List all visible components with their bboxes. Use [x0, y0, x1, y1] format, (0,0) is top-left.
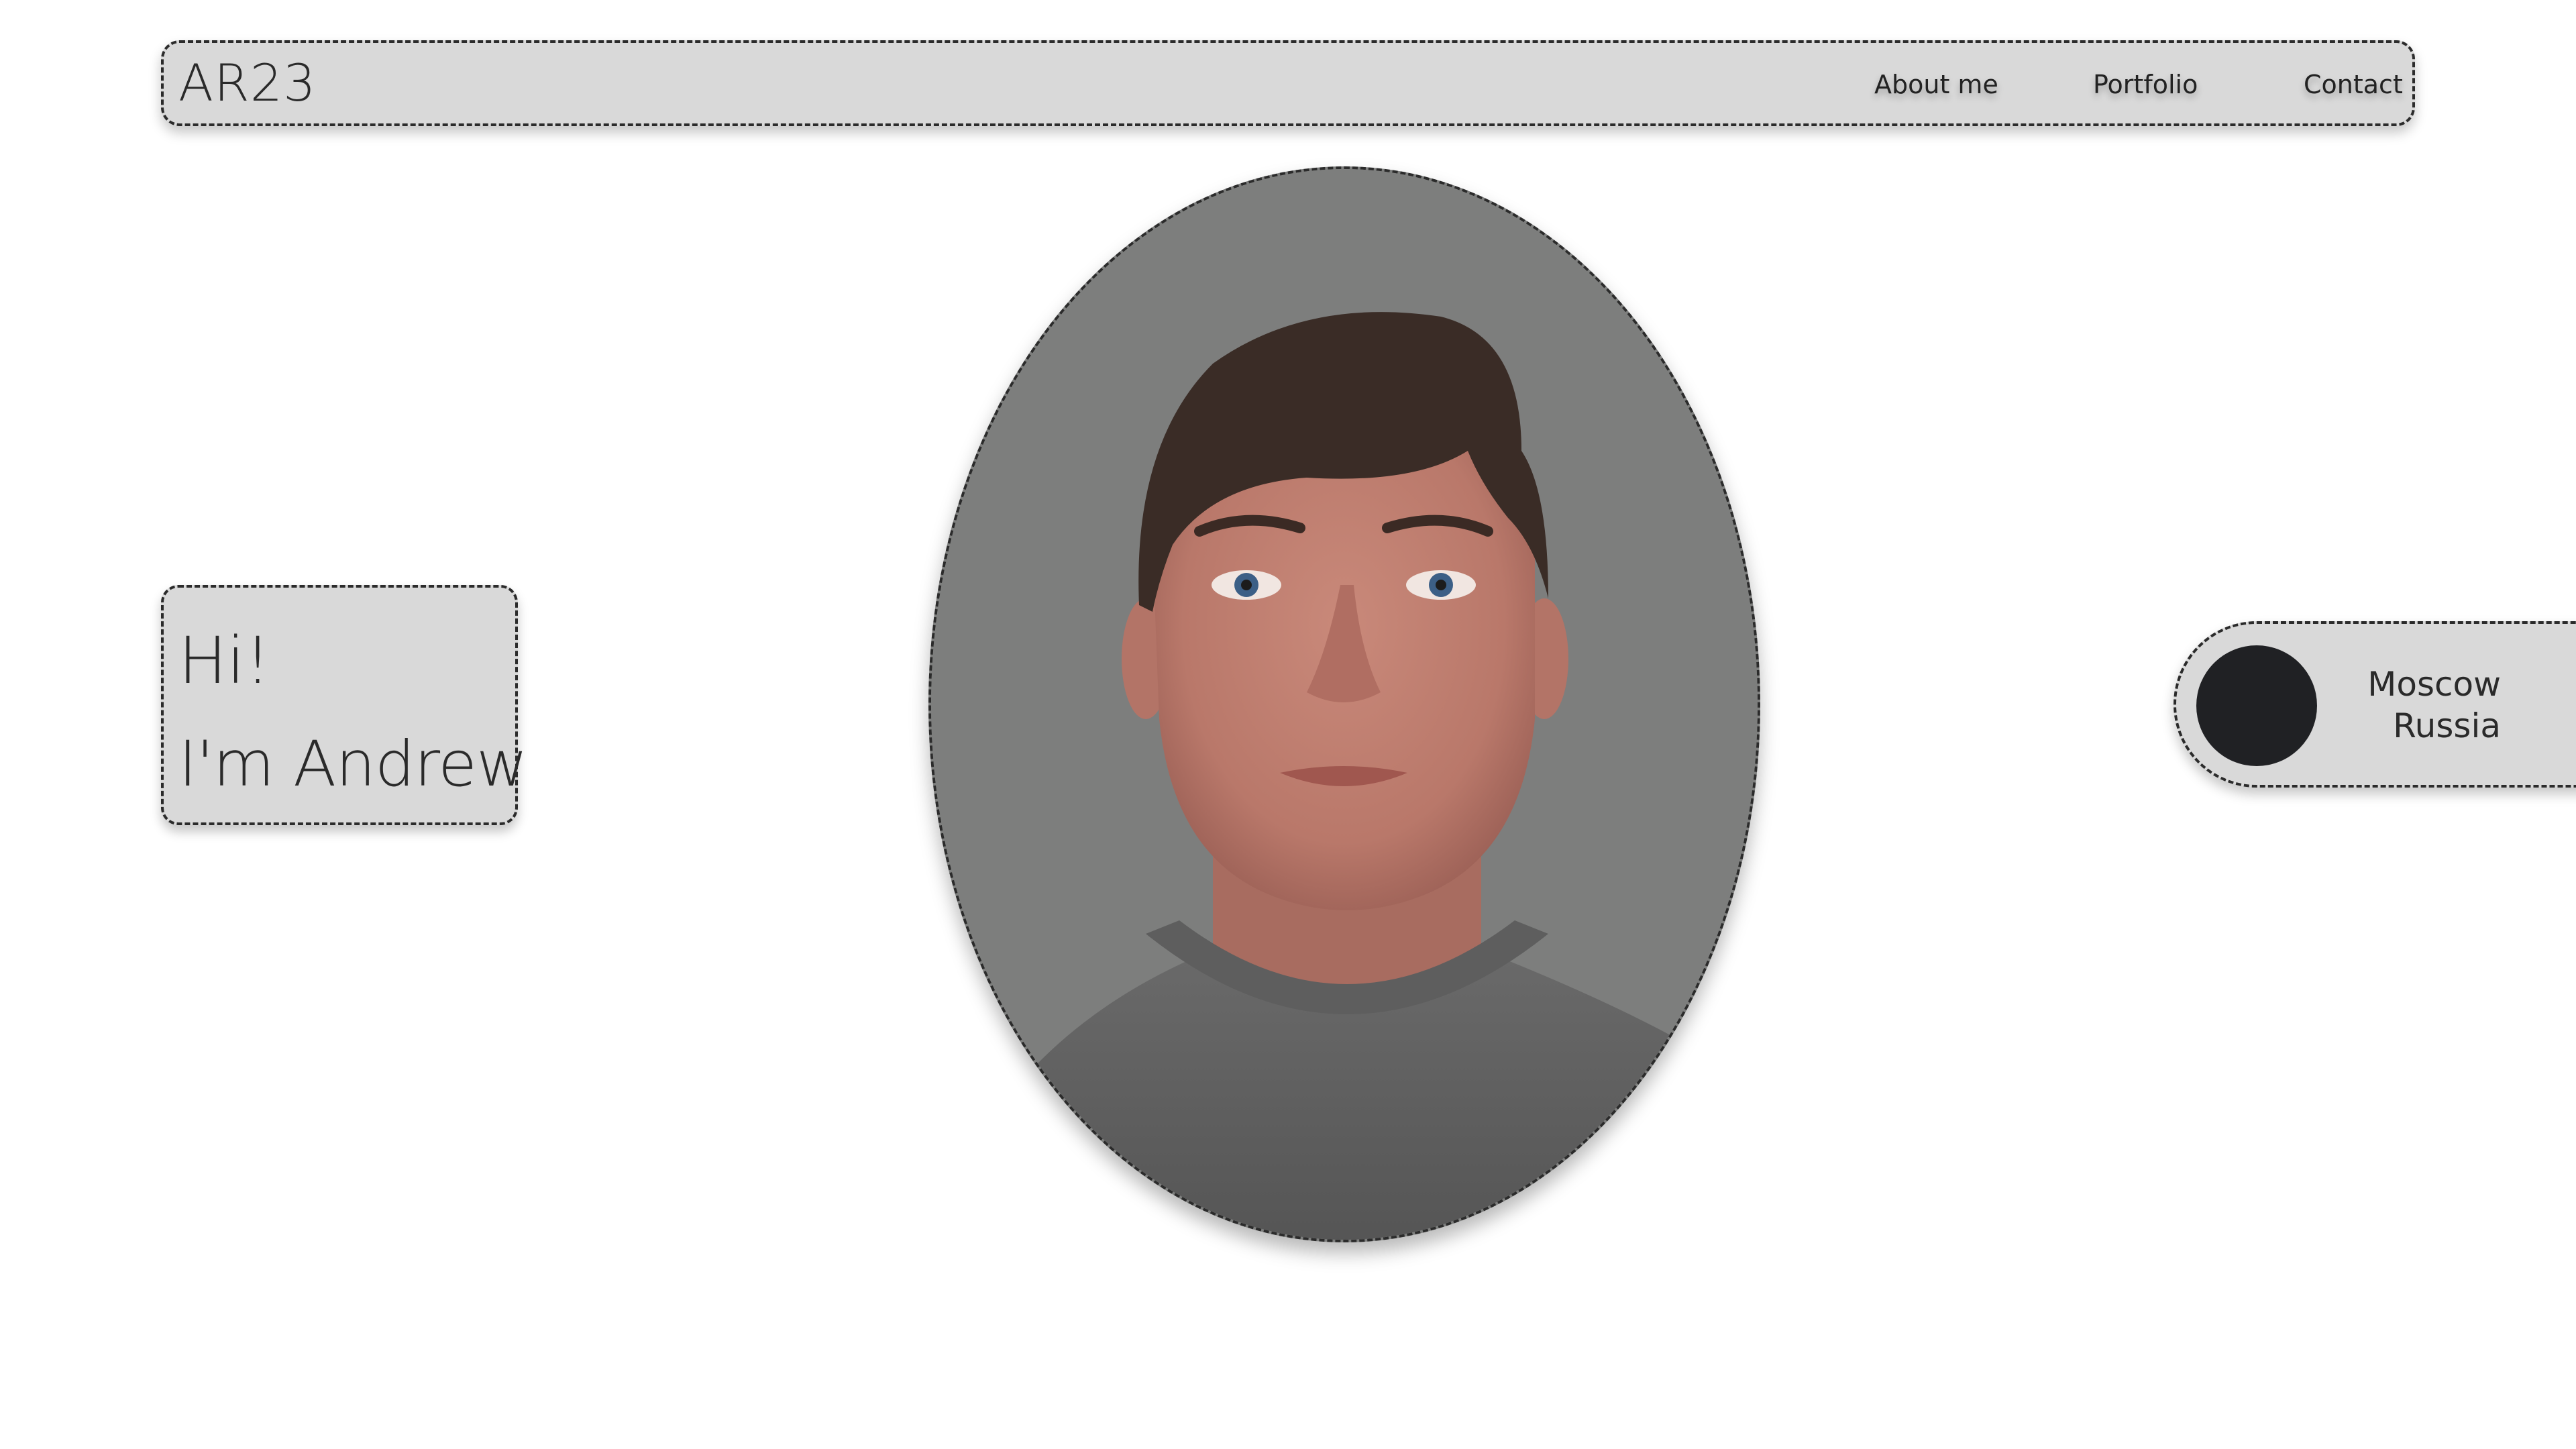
- greeting-hi: Hi!: [178, 623, 271, 698]
- location-country: Russia: [2393, 706, 2501, 745]
- nav-portfolio-link[interactable]: Portfolio: [2093, 70, 2198, 101]
- nav-about-me-link[interactable]: About me: [1874, 70, 1998, 101]
- location-dot-icon: [2196, 645, 2317, 766]
- portfolio-page: AR23 About me Portfolio Contact Hi! I'm …: [0, 0, 2576, 1449]
- nav-contact-link[interactable]: Contact: [2304, 70, 2403, 101]
- portrait-illustration: [931, 169, 1758, 1240]
- greeting-card: Hi! I'm Andrew: [161, 585, 528, 825]
- location-card: Moscow Russia: [2174, 621, 2576, 788]
- profile-photo: [928, 166, 1760, 1242]
- top-navbar: AR23 About me Portfolio Contact: [161, 40, 2415, 126]
- location-city: Moscow: [2367, 665, 2501, 704]
- greeting-name: I'm Andrew: [178, 728, 528, 801]
- site-logo[interactable]: AR23: [178, 52, 317, 113]
